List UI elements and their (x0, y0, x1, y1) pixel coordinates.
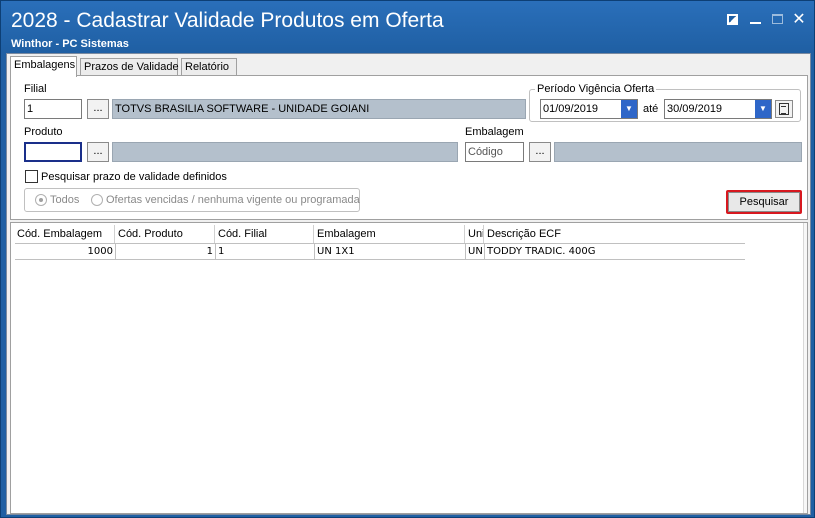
radio-todos[interactable] (35, 194, 47, 206)
cell-embalagem: UN 1X1 (315, 244, 466, 259)
pesquisar-prazo-checkbox[interactable] (25, 170, 38, 183)
filter-panel: Filial 1 ... TOTVS BRASILIA SOFTWARE - U… (10, 75, 808, 220)
restore-icon[interactable] (724, 11, 740, 27)
periodo-start-input[interactable]: 01/09/2019 ▼ (540, 99, 638, 119)
filial-lookup-button[interactable]: ... (87, 99, 109, 119)
produto-code-input[interactable] (24, 142, 82, 162)
column-header[interactable]: Cód. Embalagem (15, 225, 115, 243)
periodo-label: Período Vigência Oferta (535, 83, 657, 95)
pesquisar-prazo-label: Pesquisar prazo de validade definidos (41, 171, 227, 183)
table-row[interactable]: 1000 1 1 UN 1X1 UN TODDY TRADIC. 400G (15, 243, 745, 260)
produto-lookup-button[interactable]: ... (87, 142, 109, 162)
embalagem-code-input[interactable]: Código (465, 142, 524, 162)
filial-name-field: TOTVS BRASILIA SOFTWARE - UNIDADE GOIANI (112, 99, 526, 119)
window-title: 2028 - Cadastrar Validade Produtos em Of… (11, 9, 444, 32)
maximize-icon[interactable] (769, 11, 785, 27)
column-header[interactable]: Cód. Filial (216, 225, 314, 243)
search-button[interactable]: Pesquisar (728, 192, 800, 212)
grid-header: Cód. Embalagem Cód. Produto Cód. Filial … (15, 225, 749, 243)
tab-prazos-de-validade[interactable]: Prazos de Validade (80, 58, 179, 76)
minimize-icon[interactable] (747, 11, 763, 27)
title-bar: 2028 - Cadastrar Validade Produtos em Of… (1, 1, 814, 53)
calendar-icon[interactable] (775, 100, 793, 118)
embalagem-label: Embalagem (465, 126, 524, 138)
embalagem-name-field (554, 142, 802, 162)
cell-unidade: UN (466, 244, 485, 259)
grid-scrollbar[interactable] (803, 223, 807, 513)
cell-cod-filial: 1 (216, 244, 315, 259)
embalagem-lookup-button[interactable]: ... (529, 142, 551, 162)
radio-ofertas-vencidas[interactable] (91, 194, 103, 206)
tab-relatorio[interactable]: Relatório (181, 58, 237, 76)
chevron-down-icon[interactable]: ▼ (755, 100, 771, 118)
client-area: Embalagens Prazos de Validade Relatório … (6, 53, 811, 515)
column-header[interactable]: Uni (466, 225, 484, 243)
window-subtitle: Winthor - PC Sistemas (11, 38, 129, 50)
column-header[interactable]: Embalagem (315, 225, 465, 243)
cell-descricao-ecf: TODDY TRADIC. 400G (487, 246, 596, 257)
column-header[interactable]: Descrição ECF (485, 225, 745, 243)
cell-cod-produto: 1 (116, 244, 216, 259)
results-grid: Cód. Embalagem Cód. Produto Cód. Filial … (10, 222, 808, 514)
periodo-end-value: 30/09/2019 (667, 103, 723, 115)
produto-name-field (112, 142, 458, 162)
filial-label: Filial (24, 83, 47, 95)
periodo-separator: até (643, 103, 659, 115)
periodo-end-input[interactable]: 30/09/2019 ▼ (664, 99, 772, 119)
periodo-start-value: 01/09/2019 (543, 103, 599, 115)
radio-ofertas-vencidas-label: Ofertas vencidas / nenhuma vigente ou pr… (106, 194, 360, 206)
tab-embalagens[interactable]: Embalagens (10, 56, 77, 77)
chevron-down-icon[interactable]: ▼ (621, 100, 637, 118)
produto-label: Produto (24, 126, 63, 138)
cell-cod-embalagem: 1000 (15, 244, 116, 259)
radio-todos-label: Todos (50, 194, 80, 206)
close-icon[interactable]: ✕ (791, 11, 807, 28)
app-window: 2028 - Cadastrar Validade Produtos em Of… (0, 0, 815, 518)
filial-code-input[interactable]: 1 (24, 99, 82, 119)
column-header[interactable]: Cód. Produto (116, 225, 215, 243)
